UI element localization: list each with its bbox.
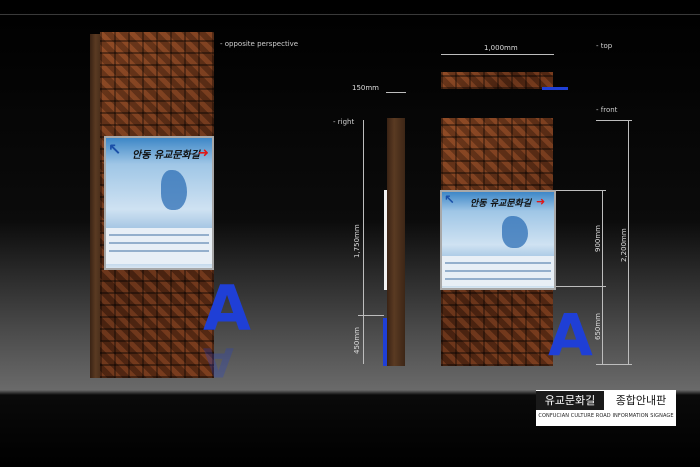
side-split-tick — [358, 315, 384, 316]
panel-height-dimension: 900mm — [594, 225, 602, 252]
legend-row — [445, 262, 551, 264]
front-view-label: - front — [596, 106, 618, 114]
front-map-panel: ↖ 안동 유교문화길 ➜ — [440, 190, 556, 290]
logo-reflection: A — [203, 338, 234, 384]
side-lower-height: 450mm — [353, 327, 361, 354]
width-dimension: 1,000mm — [484, 44, 518, 52]
opposite-perspective-label: - opposite perspective — [220, 40, 299, 48]
right-view-label: - right — [333, 118, 355, 126]
panel-base-dimension: 650mm — [594, 313, 602, 340]
total-height-top-tick — [596, 120, 632, 121]
side-logo-edge — [383, 318, 387, 366]
panel-bottom-tick — [556, 286, 606, 287]
caption-korean-sub: 종합안내판 — [615, 394, 667, 407]
total-height-line — [628, 120, 629, 364]
panel-top-tick — [556, 190, 606, 191]
top-view-logo — [542, 87, 568, 90]
red-arrow-icon: ➜ — [536, 195, 546, 208]
perspective-map-panel: ↖ 안동 유교문화길 ➜ — [104, 136, 214, 270]
brand-logo-icon: A — [548, 301, 593, 369]
side-upper-height: 1,750mm — [353, 224, 361, 258]
map-region — [502, 216, 528, 248]
side-height-line — [363, 120, 364, 364]
north-east-arrow-icon: ↖ — [444, 193, 455, 208]
top-view-label: - top — [596, 42, 613, 50]
map-region — [161, 170, 187, 210]
depth-dimension: 150mm — [352, 84, 379, 92]
caption-korean-main: 유교문화길 — [536, 391, 604, 410]
panel-height-line — [602, 190, 603, 364]
total-height-dimension: 2,200mm — [620, 228, 628, 262]
side-wood-pillar — [387, 118, 405, 366]
width-dimension-line — [441, 54, 554, 55]
panel-title: 안동 유교문화길 — [132, 150, 200, 161]
legend-row — [445, 278, 551, 280]
legend-row — [109, 242, 209, 244]
top-view-pillar — [441, 72, 553, 89]
depth-dimension-line — [386, 92, 406, 93]
top-divider — [0, 14, 700, 15]
legend-row — [445, 270, 551, 272]
brand-logo-icon: A — [203, 272, 251, 345]
panel-title: 안동 유교문화길 — [470, 199, 532, 209]
legend-row — [109, 234, 209, 236]
caption-english: CONFUCIAN CULTURE ROAD INFORMATION SIGNA… — [538, 413, 674, 419]
north-east-arrow-icon: ↖ — [108, 140, 122, 159]
side-panel-edge — [384, 190, 387, 290]
red-arrow-icon: ➜ — [198, 146, 209, 161]
legend-row — [109, 250, 209, 252]
total-height-bottom-tick — [596, 364, 632, 365]
